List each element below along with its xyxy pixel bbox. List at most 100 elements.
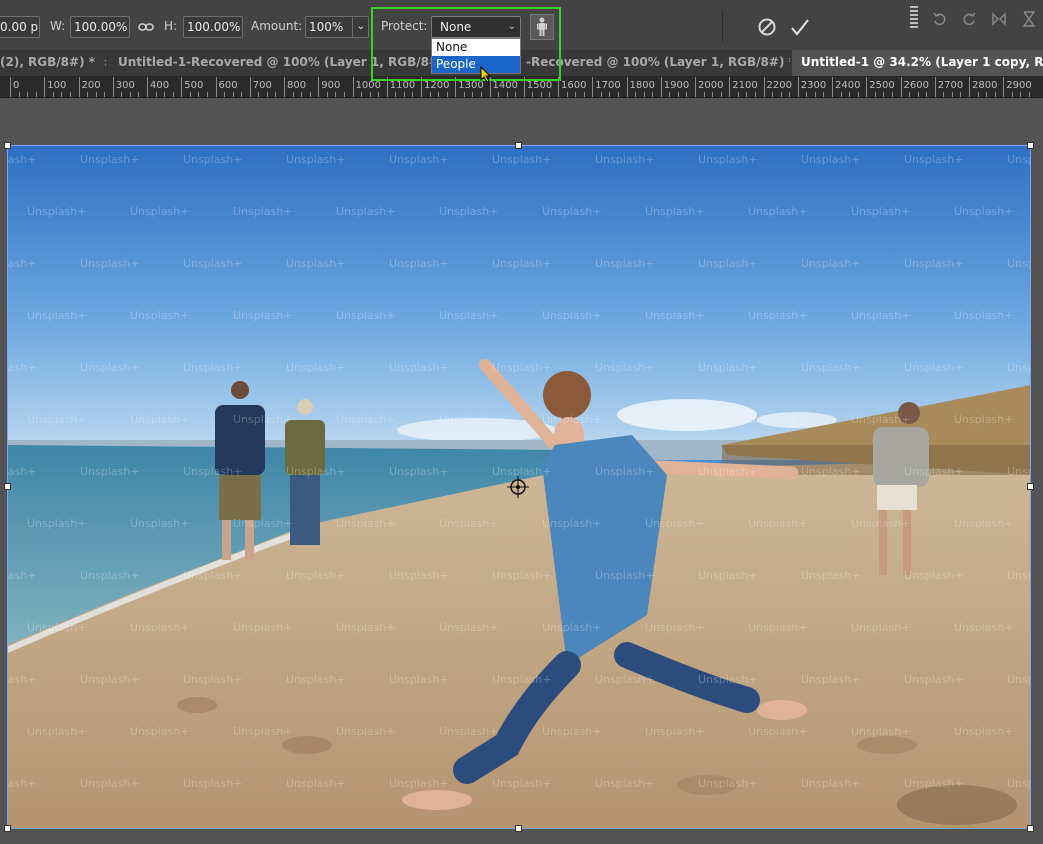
ruler-tick: [112, 77, 114, 97]
ruler-minor-tick: [258, 92, 260, 97]
horizontal-ruler[interactable]: 0 100 200 300 400 500 600 700 800 900 1000 1100 1200…: [0, 77, 1043, 98]
ruler-minor-tick: [138, 92, 140, 97]
undo-icon[interactable]: [931, 10, 949, 28]
width-field[interactable]: 100.00%: [70, 16, 130, 38]
watermark-text: Unsplash+: [954, 205, 1013, 218]
tab-document-2[interactable]: Untitled-1-Recovered @ 100% (Layer 1, RG…: [112, 50, 442, 76]
watermark-text: Unsplash+: [183, 153, 242, 166]
ruler-tick: [318, 77, 320, 97]
ruler-minor-tick: [155, 92, 157, 97]
watermark-text: Unsplash+: [7, 257, 36, 270]
ruler-tick: [386, 77, 388, 97]
toggle-states-icon[interactable]: [990, 10, 1008, 28]
watermark-text: Unsplash+: [904, 777, 963, 790]
ruler-label: 2500: [869, 80, 895, 91]
x-position-field[interactable]: 0.00 p:: [0, 16, 40, 38]
transform-handle-bottom-right[interactable]: [1027, 825, 1034, 832]
checkmark-icon[interactable]: [789, 16, 811, 38]
watermark-text: Unsplash+: [27, 517, 86, 530]
protect-select[interactable]: None ⌄: [431, 16, 521, 38]
protect-option-none[interactable]: None: [432, 39, 520, 56]
transform-handle-left[interactable]: [4, 483, 11, 490]
ruler-minor-tick: [266, 92, 268, 97]
ruler-minor-tick: [395, 92, 397, 97]
ruler-tick: [695, 77, 696, 97]
ruler-minor-tick: [891, 92, 893, 97]
panel-grip-icon[interactable]: [910, 6, 918, 30]
close-icon[interactable]: ×: [103, 56, 106, 69]
tab-document-1[interactable]: (2), RGB/8#) * ×: [0, 50, 106, 76]
watermark-text: Unsplash+: [492, 361, 551, 374]
watermark-text: Unsplash+: [801, 257, 860, 270]
transform-handle-bottom-left[interactable]: [4, 825, 11, 832]
watermark-text: Unsplash+: [7, 153, 36, 166]
watermark-text: Unsplash+: [439, 205, 498, 218]
ruler-minor-tick: [737, 92, 739, 97]
ruler-minor-tick: [549, 92, 551, 97]
watermark-text: Unsplash+: [233, 413, 292, 426]
watermark-text: Unsplash+: [954, 309, 1013, 322]
tab-document-3[interactable]: -Recovered @ 100% (Layer 1, RGB/8#) *×: [520, 50, 790, 76]
ruler-tick: [832, 77, 833, 97]
ruler-minor-tick: [446, 92, 448, 97]
watermark-text: Unsplash+: [286, 777, 345, 790]
transform-handle-top[interactable]: [515, 142, 522, 149]
watermark-text: Unsplash+: [801, 777, 860, 790]
protect-dropdown-list: None People: [431, 38, 521, 74]
hourglass-icon[interactable]: [1020, 10, 1038, 28]
beach-photo[interactable]: Unsplash+ Unsplash+ Unsplash+ Unsplash+ Unsp…: [7, 145, 1031, 829]
transform-handle-top-left[interactable]: [4, 142, 11, 149]
ruler-label: 300: [115, 80, 135, 91]
link-icon[interactable]: [137, 19, 155, 35]
ruler-minor-tick: [309, 92, 311, 97]
ruler-minor-tick: [746, 92, 748, 97]
ruler-minor-tick: [275, 92, 277, 97]
protect-option-people[interactable]: People: [432, 56, 520, 73]
watermark-text: Unsplash+: [595, 361, 654, 374]
watermark-text: Unsplash+: [336, 517, 395, 530]
watermark-text: Unsplash+: [698, 777, 757, 790]
watermark-text: Unsplash+: [542, 517, 601, 530]
mouse-pointer-icon: [480, 65, 492, 87]
watermark-text: Unsplash+: [748, 309, 807, 322]
ruler-tick: [763, 77, 765, 97]
ruler-label: 900: [321, 80, 341, 91]
redo-icon[interactable]: [960, 10, 978, 28]
tab-label: Untitled-1-Recovered @ 100% (Layer 1, RG…: [118, 55, 442, 69]
ruler-minor-tick: [789, 92, 791, 97]
ruler-minor-tick: [609, 92, 611, 97]
chevron-down-icon[interactable]: ⌄: [351, 17, 365, 37]
ruler-minor-tick: [343, 92, 345, 97]
ruler-minor-tick: [840, 92, 842, 97]
transform-handle-right[interactable]: [1027, 483, 1034, 490]
ruler-minor-tick: [52, 92, 54, 97]
ruler-minor-tick: [292, 92, 294, 97]
options-bar: 0.00 p: W: 100.00% H: 100.00% Amount: 10…: [0, 0, 1043, 51]
cancel-icon[interactable]: [757, 17, 777, 37]
ruler-label: 1100: [389, 80, 416, 91]
ruler-tick: [147, 77, 148, 97]
ruler-minor-tick: [35, 92, 37, 97]
watermark-text: Unsplash+: [954, 621, 1013, 634]
tab-document-active[interactable]: Untitled-1 @ 34.2% (Layer 1 copy, RGB/: [792, 50, 1043, 76]
watermark-text: Unsplash+: [542, 205, 601, 218]
watermark-text: Unsplash+: [645, 517, 704, 530]
ruler-minor-tick: [720, 92, 722, 97]
ruler-minor-tick: [129, 92, 131, 97]
watermark-text: Unsplash+: [904, 465, 963, 478]
watermark-text: Unsplash+: [595, 257, 654, 270]
watermark-text: Unsplash+: [595, 777, 654, 790]
height-field[interactable]: 100.00%: [183, 16, 243, 38]
ruler-label: 2300: [800, 80, 827, 91]
watermark-text: Unsplash+: [336, 621, 395, 634]
watermark-text: Unsplash+: [286, 569, 345, 582]
amount-field[interactable]: 100% ⌄: [305, 16, 369, 38]
person-icon[interactable]: [530, 14, 554, 40]
transform-handle-bottom[interactable]: [515, 825, 522, 832]
ruler-label: 1500: [526, 80, 553, 91]
watermark-text: Unsplash+: [748, 725, 807, 738]
ruler-label: 1600: [561, 80, 587, 91]
transform-handle-top-right[interactable]: [1027, 142, 1034, 149]
watermark-text: Unsplash+: [542, 621, 601, 634]
amount-value: 100%: [309, 20, 344, 34]
